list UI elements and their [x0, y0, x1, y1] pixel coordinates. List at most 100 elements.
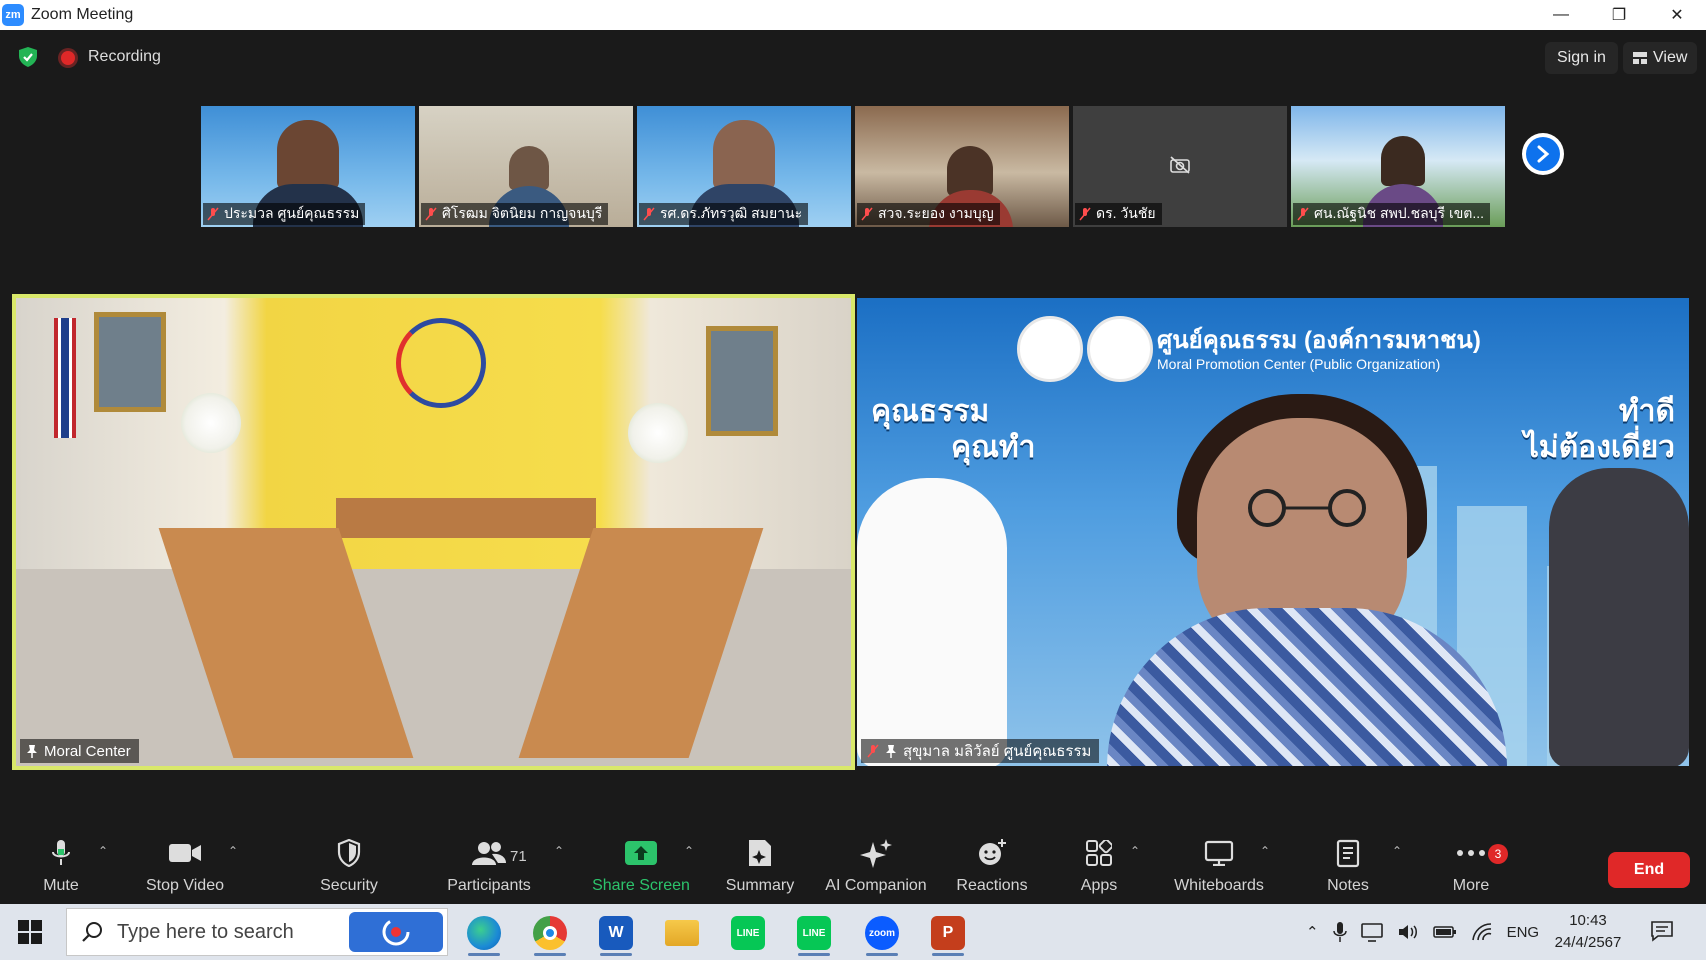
- participant-thumbnail[interactable]: สวจ.ระยอง งามบุญ: [855, 106, 1069, 227]
- participant-name-tag: รศ.ดร.ภัทรวุฒิ สมยานะ: [639, 203, 809, 225]
- taskbar-edge[interactable]: [458, 910, 510, 956]
- taskbar-chrome[interactable]: [524, 910, 576, 956]
- summary-button[interactable]: Summary: [722, 818, 798, 904]
- share-screen-icon: [625, 841, 657, 865]
- reactions-button[interactable]: Reactions: [954, 818, 1030, 904]
- slogan-line: ทำดี: [1618, 395, 1675, 428]
- mute-label: Mute: [43, 877, 79, 894]
- participants-label: Participants: [447, 877, 531, 894]
- taskbar-zoom[interactable]: zoom: [856, 910, 908, 956]
- whiteboards-options-caret[interactable]: ⌃: [1260, 844, 1270, 858]
- mic-muted-icon: [1079, 207, 1091, 221]
- participants-options-caret[interactable]: ⌃: [554, 844, 564, 858]
- recording-label[interactable]: Recording: [88, 48, 161, 66]
- chrome-icon: [533, 916, 567, 950]
- next-page-button[interactable]: [1522, 133, 1564, 175]
- mic-muted-icon: [425, 207, 437, 221]
- ai-sparkle-icon: [860, 839, 892, 868]
- more-button[interactable]: More: [1448, 818, 1494, 904]
- ai-companion-button[interactable]: AI Companion: [822, 818, 930, 904]
- taskbar-powerpoint[interactable]: P: [922, 910, 974, 956]
- video-options-caret[interactable]: ⌃: [228, 844, 238, 858]
- apps-button[interactable]: Apps: [1078, 818, 1120, 904]
- input-language[interactable]: ENG: [1507, 924, 1540, 941]
- taskbar-line[interactable]: LINE: [722, 910, 774, 956]
- royal-portrait: [94, 312, 166, 412]
- stop-video-button[interactable]: Stop Video: [138, 818, 232, 904]
- encryption-shield-icon[interactable]: [17, 46, 39, 68]
- sign-in-button[interactable]: Sign in: [1545, 42, 1618, 74]
- reactions-label: Reactions: [956, 877, 1028, 894]
- display-tray-icon[interactable]: [1360, 922, 1383, 942]
- share-options-caret[interactable]: ⌃: [684, 844, 694, 858]
- window-title: Zoom Meeting: [31, 6, 134, 23]
- minimize-button[interactable]: —: [1532, 0, 1590, 30]
- close-button[interactable]: ✕: [1648, 0, 1706, 30]
- wifi-icon[interactable]: [1471, 922, 1493, 942]
- summary-label: Summary: [725, 877, 795, 894]
- windows-start-icon[interactable]: [18, 920, 42, 944]
- apps-options-caret[interactable]: ⌃: [1130, 844, 1140, 858]
- participant-face: [1381, 136, 1425, 186]
- security-button[interactable]: Security: [316, 818, 382, 904]
- participant-name-tag: ประมวล ศูนย์คุณธรรม: [203, 203, 366, 225]
- participant-face: [713, 120, 775, 190]
- notes-label: Notes: [1327, 877, 1369, 894]
- taskbar-file-explorer[interactable]: [656, 910, 708, 956]
- line-icon: LINE: [797, 916, 831, 950]
- notes-options-caret[interactable]: ⌃: [1392, 844, 1402, 858]
- mascot-character: [1549, 468, 1689, 766]
- security-label: Security: [320, 877, 378, 894]
- pin-icon: [886, 745, 896, 758]
- participant-face: [277, 120, 339, 190]
- slogan-line: คุณธรรม: [871, 395, 990, 428]
- participant-name-tag: สวจ.ระยอง งามบุญ: [857, 203, 1000, 225]
- show-hidden-icons-caret[interactable]: ⌃: [1306, 923, 1319, 941]
- moral-center-logo: [1087, 316, 1153, 382]
- tile-name-tag: สุขุมาล มลิวัลย์ ศูนย์คุณธรรม: [861, 739, 1100, 763]
- mic-muted-icon: [867, 744, 879, 758]
- notes-button[interactable]: Notes: [1320, 818, 1376, 904]
- security-shield-icon: [337, 839, 361, 867]
- participant-thumbnail[interactable]: ประมวล ศูนย์คุณธรรม: [201, 106, 415, 227]
- participant-name-tag: ดร. วันชัย: [1075, 203, 1162, 225]
- participant-thumbnail[interactable]: ดร. วันชัย: [1073, 106, 1287, 227]
- window-titlebar: zm Zoom Meeting — ❐ ✕: [0, 0, 1706, 30]
- participant-thumbnail[interactable]: ศน.ณัฐนิช สพป.ชลบุรี เขต...: [1291, 106, 1505, 227]
- search-highlight-icon[interactable]: [349, 912, 443, 952]
- search-placeholder: Type here to search: [117, 920, 294, 943]
- video-tile-moral-center[interactable]: Moral Center: [12, 294, 855, 770]
- slogan-left: คุณธรรม คุณทำ: [871, 394, 1036, 466]
- participant-name: สวจ.ระยอง งามบุญ: [878, 205, 994, 221]
- participant-thumbnail[interactable]: รศ.ดร.ภัทรวุฒิ สมยานะ: [637, 106, 851, 227]
- microphone-tray-icon[interactable]: [1332, 921, 1347, 943]
- taskbar-line[interactable]: LINE: [788, 910, 840, 956]
- edge-icon: [467, 916, 501, 950]
- view-button[interactable]: View: [1623, 42, 1698, 74]
- windows-taskbar: Type here to search W LINE LINE zoom P ⌃…: [0, 904, 1706, 960]
- zoom-icon: zoom: [865, 916, 899, 950]
- notification-center-icon[interactable]: [1650, 920, 1674, 942]
- clock-time: 10:43: [1569, 912, 1607, 929]
- mascot-character: [857, 478, 1007, 766]
- video-tile-speaker[interactable]: ศูนย์คุณธรรม (องค์การมหาชน) Moral Promot…: [857, 298, 1689, 766]
- restore-button[interactable]: ❐: [1590, 0, 1648, 30]
- share-screen-button[interactable]: Share Screen: [590, 818, 692, 904]
- taskbar-word[interactable]: W: [590, 910, 642, 956]
- end-meeting-button[interactable]: End: [1608, 852, 1690, 888]
- taskbar-clock[interactable]: 10:43 24/4/2567: [1548, 910, 1628, 954]
- zoom-logo-icon: zm: [2, 4, 24, 26]
- camera-off-icon: [1170, 156, 1190, 174]
- mic-muted-icon: [643, 207, 655, 221]
- mute-button[interactable]: Mute: [36, 818, 86, 904]
- audio-options-caret[interactable]: ⌃: [98, 844, 108, 858]
- whiteboards-button[interactable]: Whiteboards: [1168, 818, 1270, 904]
- tile-name: Moral Center: [44, 742, 131, 760]
- government-seal-logo: [1017, 316, 1083, 382]
- participant-strip: ประมวล ศูนย์คุณธรรม ศิโรฒม จิตนิยม กาญจน…: [201, 106, 1505, 227]
- participant-thumbnail[interactable]: ศิโรฒม จิตนิยม กาญจนบุรี: [419, 106, 633, 227]
- battery-icon[interactable]: [1432, 924, 1457, 940]
- taskbar-search-box[interactable]: Type here to search: [66, 908, 448, 956]
- system-tray: ⌃ ENG: [1306, 918, 1539, 946]
- volume-icon[interactable]: [1397, 922, 1419, 942]
